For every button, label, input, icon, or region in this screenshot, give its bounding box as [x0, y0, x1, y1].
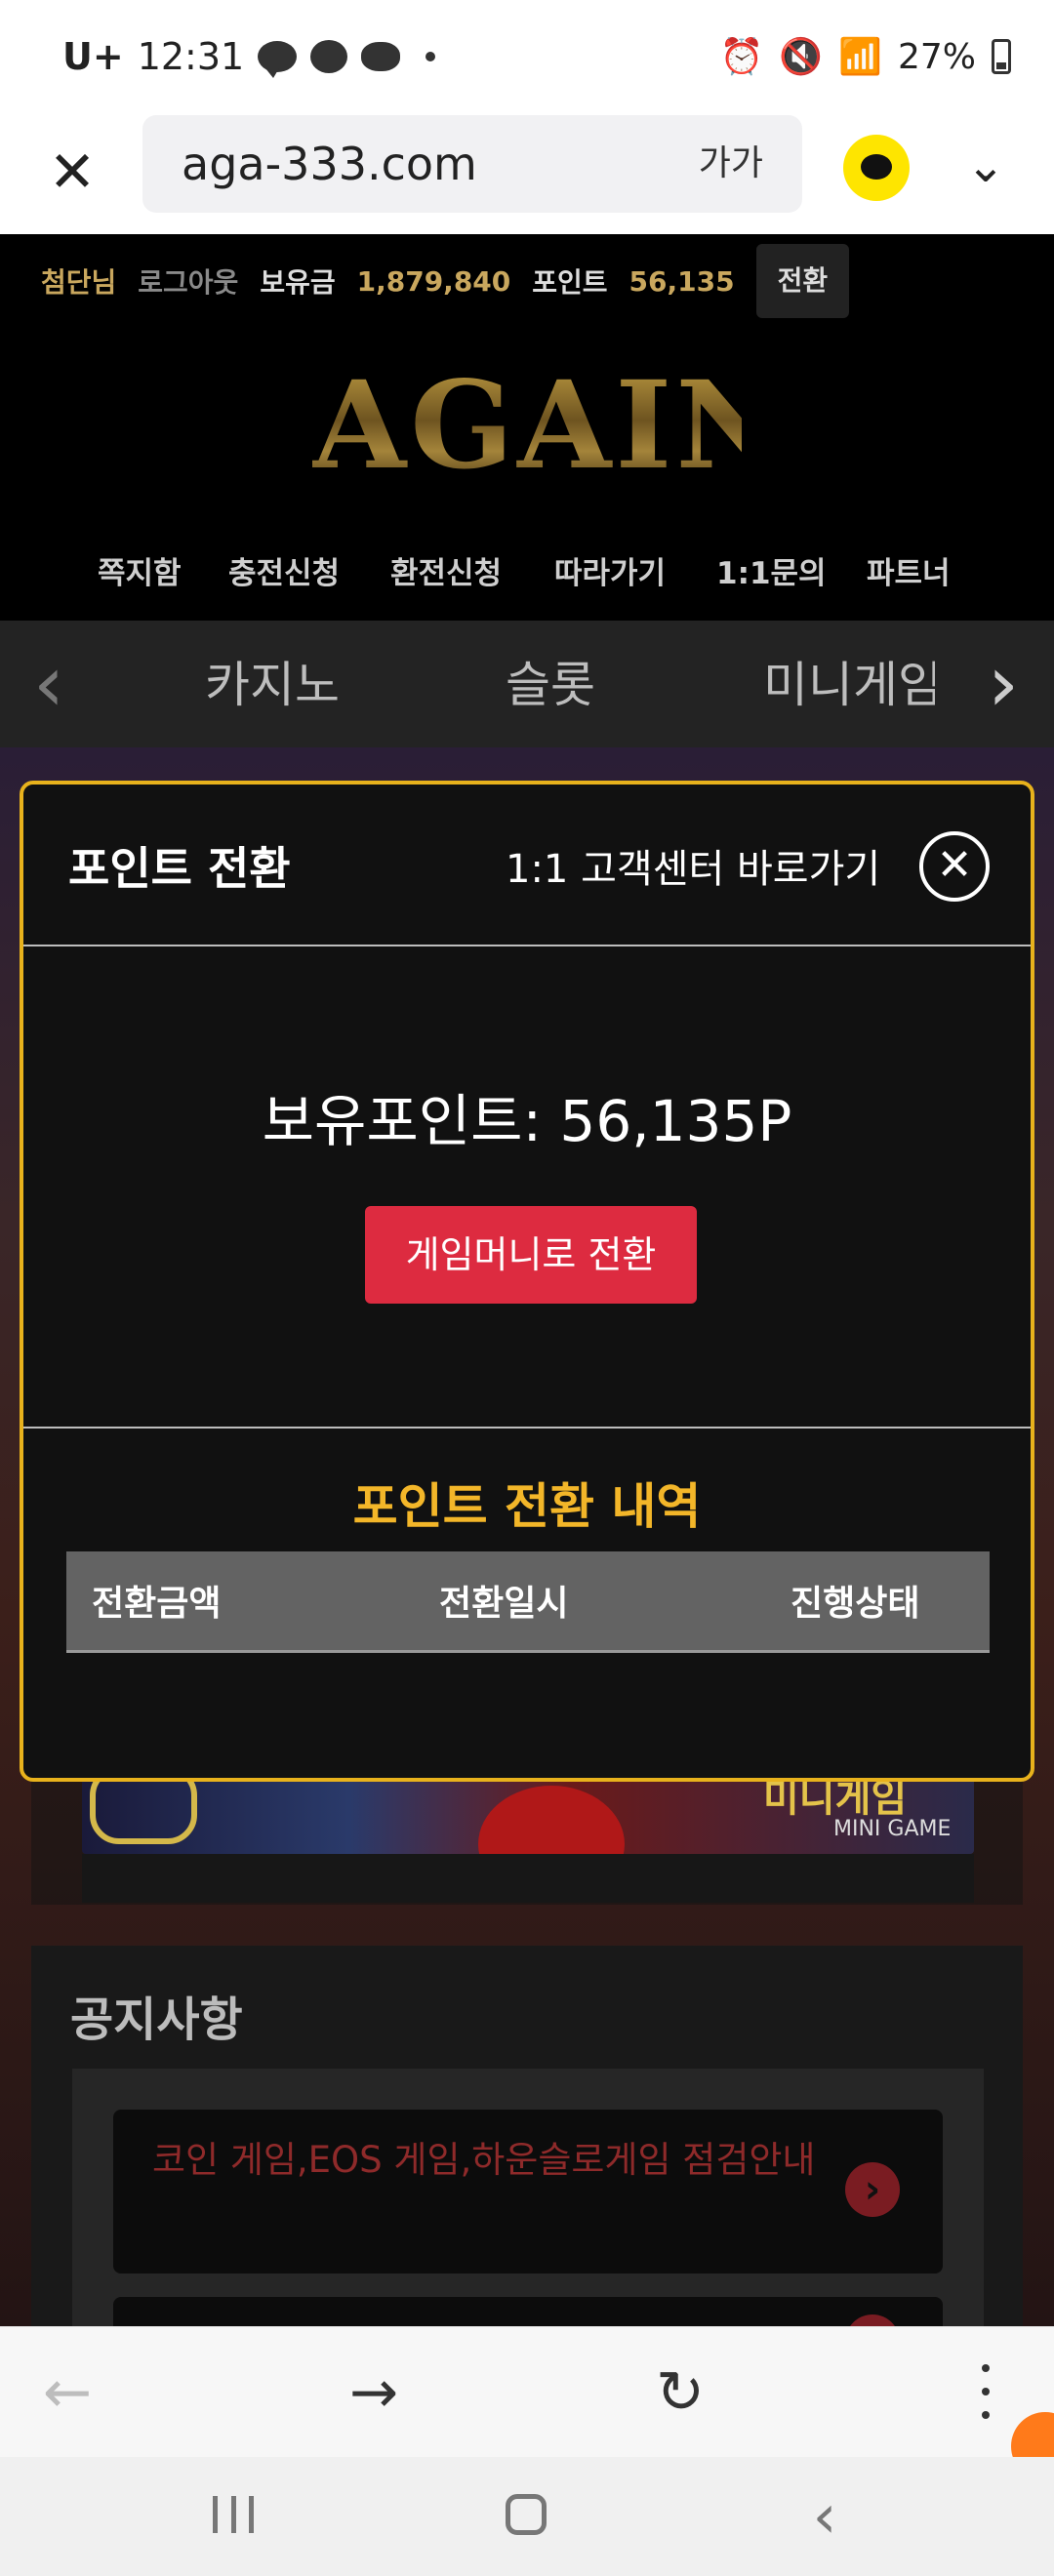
user-info-bar: 첨단님 로그아웃 보유금 1,879,840 포인트 56,135 전환 — [0, 234, 1054, 328]
system-nav-bar: ‹ — [0, 2457, 1054, 2576]
browser-toolbar: ✕ aga-333.com 가가 ⌄ — [0, 109, 1054, 234]
battery-icon — [992, 39, 1011, 74]
mute-icon: 🔇 — [779, 37, 824, 77]
held-points: 보유포인트: 56,135P — [262, 1088, 792, 1154]
pig-icon — [361, 42, 401, 71]
alarm-icon: ⏰ — [719, 37, 764, 77]
nav-item-inquiry[interactable]: 1:1문의 — [716, 548, 827, 592]
forward-arrow-icon[interactable]: → — [340, 2358, 408, 2427]
home-icon[interactable] — [506, 2494, 547, 2535]
username: 첨단님 — [41, 266, 117, 299]
nav-item-messages[interactable]: 쪽지함 — [98, 548, 182, 592]
close-icon[interactable]: ✕ — [919, 831, 990, 902]
banner-label-en: MINI GAME — [833, 1817, 952, 1841]
nav-item-partner[interactable]: 파트너 — [867, 548, 951, 592]
notice-title: 공지사항 — [70, 1992, 243, 2047]
nav-item-withdraw[interactable]: 환전신청 — [390, 548, 502, 592]
back-icon[interactable]: ‹ — [800, 2482, 849, 2551]
modal-header: 포인트 전환 1:1 고객센터 바로가기 ✕ — [23, 785, 1031, 946]
refresh-icon[interactable]: ↻ — [646, 2358, 714, 2427]
carrier-label: U+ — [62, 35, 124, 78]
banner-bottom-strip — [82, 1854, 974, 1903]
logo-area: AGAIN — [0, 328, 1054, 533]
kakao-icon[interactable] — [843, 135, 910, 201]
modal-title: 포인트 전환 — [68, 842, 291, 895]
nav-item-deposit[interactable]: 충전신청 — [228, 548, 340, 592]
url-text[interactable]: aga-333.com — [182, 115, 477, 213]
back-arrow-icon[interactable]: ← — [33, 2358, 101, 2427]
convert-to-game-money-button[interactable]: 게임머니로 전환 — [365, 1206, 697, 1304]
chevron-down-icon[interactable]: ⌄ — [956, 137, 1015, 195]
notice-item-text[interactable]: 코인 게임,EOS 게임,하운슬로게임 점검안내 — [152, 2133, 874, 2188]
customer-center-link[interactable]: 1:1 고객센터 바로가기 — [506, 837, 880, 894]
chevron-right-icon[interactable]: › — [974, 640, 1033, 728]
wifi-icon: 📶 — [838, 37, 882, 77]
battery-percent: 27% — [897, 36, 976, 77]
category-minigame[interactable]: 미니게임 — [763, 646, 935, 716]
address-bar[interactable]: aga-333.com 가가 — [142, 115, 802, 213]
category-slot[interactable]: 슬롯 — [506, 646, 595, 716]
column-header-date: 전환일시 — [439, 1584, 569, 1624]
clock: 12:31 — [137, 35, 245, 78]
chevron-right-circle-icon[interactable]: › — [845, 2162, 900, 2217]
logout-link[interactable]: 로그아웃 — [138, 262, 238, 301]
column-header-amount: 전환금액 — [92, 1584, 222, 1624]
more-vert-icon[interactable] — [966, 2356, 1005, 2431]
point-exchange-modal: 포인트 전환 1:1 고객센터 바로가기 ✕ 보유포인트: 56,135P 게임… — [20, 781, 1034, 1782]
recent-apps-icon[interactable] — [213, 2496, 254, 2535]
status-bar: U+ 12:31 ⏰ 🔇 📶 27% — [0, 0, 1054, 109]
kakaotalk-icon — [258, 41, 298, 78]
balance-label: 보유금 — [260, 266, 336, 299]
category-casino[interactable]: 카지노 — [205, 646, 340, 716]
dot-icon — [426, 52, 436, 61]
divider — [23, 1427, 1031, 1429]
chat-icon — [310, 40, 348, 73]
history-title: 포인트 전환 내역 — [352, 1478, 702, 1535]
browser-bottom-bar: ← → ↻ — [0, 2326, 1054, 2457]
chevron-left-icon[interactable]: ‹ — [20, 640, 78, 728]
history-table-header: 전환금액 전환일시 진행상태 — [66, 1551, 990, 1653]
text-size-button[interactable]: 가가 — [699, 115, 763, 213]
top-nav: 쪽지함 충전신청 환전신청 따라가기 1:1문의 파트너 — [0, 533, 1054, 621]
nav-item-follow[interactable]: 따라가기 — [554, 548, 666, 592]
exchange-button[interactable]: 전환 — [755, 244, 850, 318]
points-value: 56,135 — [628, 264, 735, 298]
close-icon[interactable]: ✕ — [39, 139, 105, 205]
column-header-status: 진행상태 — [790, 1584, 920, 1624]
site-logo[interactable]: AGAIN — [312, 365, 787, 488]
points-label: 포인트 — [532, 266, 608, 299]
category-bar: ‹ 카지노 슬롯 미니게임 › — [0, 621, 1054, 747]
balance-value: 1,879,840 — [356, 264, 511, 298]
